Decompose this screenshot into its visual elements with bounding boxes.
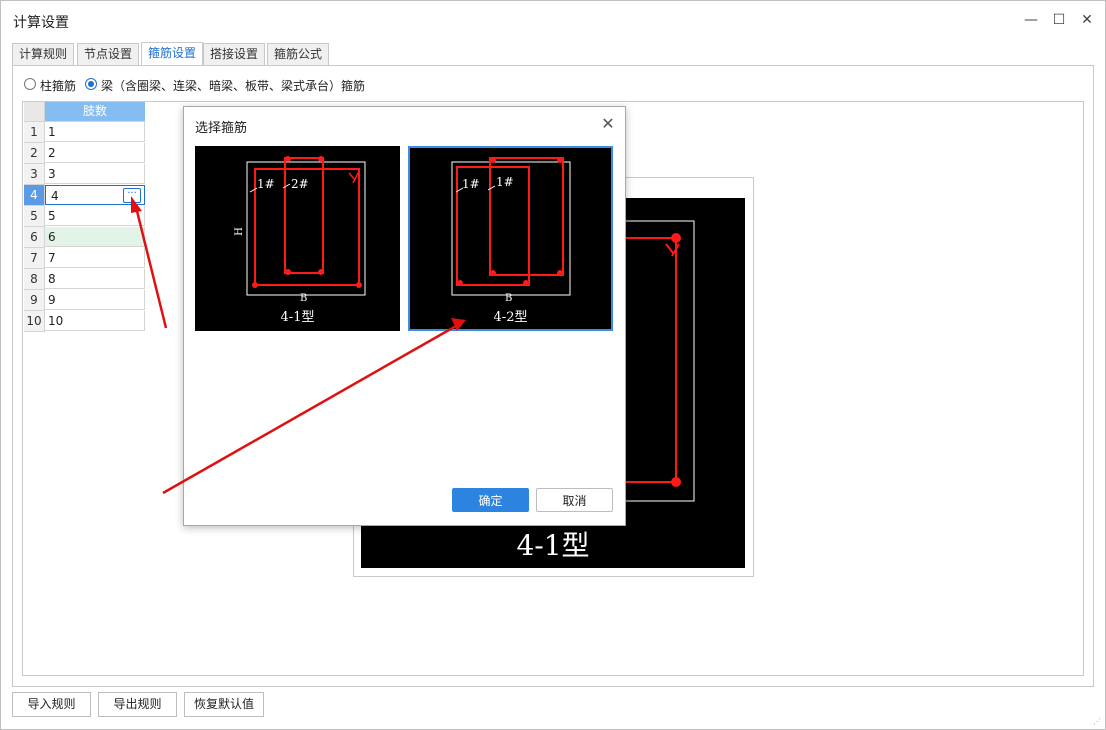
stirrup-option-4-2[interactable]: 1# 1# B 4-2型 xyxy=(408,146,613,331)
leg-count-cell[interactable]: 2 xyxy=(45,143,145,163)
grid-header-leg-count: 肢数 xyxy=(45,102,145,122)
row-number: 10 xyxy=(24,311,45,332)
stirrup-label-2: 2# xyxy=(291,177,309,191)
table-row[interactable]: 10 10 xyxy=(24,311,146,332)
window-title: 计算设置 xyxy=(13,15,69,31)
ok-button[interactable]: 确定 xyxy=(452,488,529,512)
leg-count-cell[interactable]: 9 xyxy=(45,290,145,310)
table-row[interactable]: 6 6 xyxy=(24,227,146,248)
stirrup-option-4-1[interactable]: 1# 2# H B 4-1型 xyxy=(195,146,400,331)
table-row[interactable]: 3 3 xyxy=(24,164,146,185)
preview-caption: 4-1型 xyxy=(516,529,590,562)
resize-grip-icon[interactable]: ⋰ xyxy=(1093,717,1103,727)
leg-count-cell[interactable]: 1 xyxy=(45,122,145,142)
row-number: 2 xyxy=(24,143,45,164)
radio-column-stirrup-label[interactable]: 柱箍筋 xyxy=(40,77,76,94)
leg-count-cell[interactable]: 8 xyxy=(45,269,145,289)
dimension-b-label: B xyxy=(300,293,308,304)
table-row[interactable]: 4 4 ··· xyxy=(24,185,146,206)
radio-beam-stirrup-label[interactable]: 梁（含圈梁、连梁、暗梁、板带、梁式承台）箍筋 xyxy=(101,77,365,94)
radio-beam-stirrup[interactable] xyxy=(85,78,97,90)
close-icon[interactable]: ✕ xyxy=(1075,9,1099,31)
row-number: 8 xyxy=(24,269,45,290)
table-row[interactable]: 8 8 xyxy=(24,269,146,290)
table-row[interactable]: 2 2 xyxy=(24,143,146,164)
row-number: 9 xyxy=(24,290,45,311)
row-number: 6 xyxy=(24,227,45,248)
dimension-h-label: H xyxy=(233,227,245,236)
tab-lap-settings[interactable]: 搭接设置 xyxy=(203,43,266,65)
stirrup-label-2: 1# xyxy=(496,175,514,189)
row-number: 5 xyxy=(24,206,45,227)
stirrup-label-1: 1# xyxy=(257,177,275,191)
stirrup-label-1: 1# xyxy=(462,177,480,191)
leg-count-value: 4 xyxy=(51,189,59,203)
radio-column-stirrup[interactable] xyxy=(24,78,36,90)
restore-defaults-button[interactable]: 恢复默认值 xyxy=(184,692,264,717)
select-stirrup-dialog: 选择箍筋 ✕ 1# 2# H B 4-1型 1# 1# B 4-2型 确定 取消 xyxy=(183,106,626,526)
cancel-button[interactable]: 取消 xyxy=(536,488,613,512)
export-rules-button[interactable]: 导出规则 xyxy=(98,692,177,717)
leg-count-cell-editing[interactable]: 4 ··· xyxy=(45,185,145,205)
import-rules-button[interactable]: 导入规则 xyxy=(12,692,91,717)
stirrup-4-1-drawing xyxy=(246,156,366,296)
row-number: 7 xyxy=(24,248,45,269)
table-row[interactable]: 9 9 xyxy=(24,290,146,311)
table-row[interactable]: 7 7 xyxy=(24,248,146,269)
stirrup-caption: 4-2型 xyxy=(493,310,528,325)
ellipsis-button[interactable]: ··· xyxy=(123,188,141,203)
title-bar: 计算设置 — ☐ ✕ xyxy=(1,1,1105,39)
row-number: 4 xyxy=(24,185,45,206)
tab-stirrup-settings[interactable]: 箍筋设置 xyxy=(141,42,204,66)
tab-stirrup-formula[interactable]: 箍筋公式 xyxy=(267,43,330,65)
stirrup-caption: 4-1型 xyxy=(280,310,315,325)
row-number: 1 xyxy=(24,122,45,143)
dialog-title: 选择箍筋 xyxy=(195,121,248,136)
dialog-close-icon[interactable]: ✕ xyxy=(599,115,617,133)
table-row[interactable]: 1 1 xyxy=(24,122,146,143)
dimension-b-label: B xyxy=(505,293,513,304)
leg-count-cell[interactable]: 3 xyxy=(45,164,145,184)
leg-count-cell[interactable]: 6 xyxy=(45,227,145,247)
row-number: 3 xyxy=(24,164,45,185)
table-row[interactable]: 5 5 xyxy=(24,206,146,227)
leg-count-cell[interactable]: 10 xyxy=(45,311,145,331)
leg-count-cell[interactable]: 7 xyxy=(45,248,145,268)
leg-count-cell[interactable]: 5 xyxy=(45,206,145,226)
tab-node-settings[interactable]: 节点设置 xyxy=(77,43,140,65)
minimize-icon[interactable]: — xyxy=(1019,9,1043,31)
grid-corner xyxy=(24,102,45,122)
tab-calc-rules[interactable]: 计算规则 xyxy=(12,43,75,65)
maximize-icon[interactable]: ☐ xyxy=(1047,9,1071,31)
